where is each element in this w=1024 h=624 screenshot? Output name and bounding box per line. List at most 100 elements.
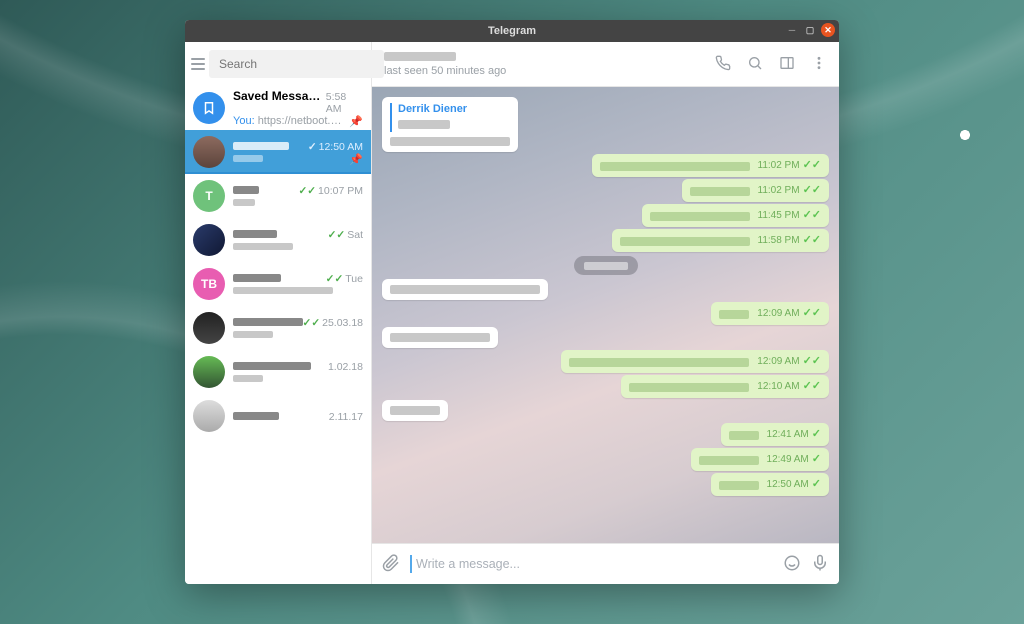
chat-item[interactable]: 1.02.18 — [185, 350, 371, 394]
window-title: Telegram — [488, 25, 536, 37]
composer — [372, 543, 839, 584]
chat-preview — [233, 373, 263, 385]
chat-name — [233, 183, 259, 197]
chat-item[interactable]: ✓✓Sat — [185, 218, 371, 262]
read-icon: ✓✓ — [803, 308, 821, 319]
mic-icon[interactable] — [811, 554, 829, 575]
chat-name — [233, 409, 279, 423]
chat-time: ✓✓25.03.18 — [303, 317, 363, 329]
pin-icon: 📌 — [349, 115, 363, 128]
sidebar: Saved Messages 5:58 AM You: https://netb… — [185, 42, 372, 584]
message-outgoing[interactable]: 11:02 PM✓✓ — [382, 179, 829, 202]
msg-time: 12:50 AM — [767, 479, 809, 490]
chat-item[interactable]: 2.11.17 — [185, 394, 371, 438]
chat-name — [233, 359, 311, 373]
message-outgoing[interactable]: 11:02 PM✓✓ — [382, 154, 829, 177]
message-incoming[interactable] — [382, 279, 829, 300]
window-minimize[interactable]: ─ — [785, 23, 799, 37]
avatar: TB — [193, 268, 225, 300]
app-window: Telegram ─ ▢ ✕ Saved Messages 5:58 — [185, 20, 839, 584]
msg-time: 12:41 AM — [767, 429, 809, 440]
msg-time: 11:58 PM — [758, 235, 800, 246]
menu-button[interactable] — [191, 50, 205, 78]
read-icon: ✓✓ — [803, 160, 821, 171]
message-outgoing[interactable]: 12:49 AM✓ — [382, 448, 829, 471]
sent-icon: ✓ — [812, 429, 821, 440]
message-outgoing[interactable]: 12:41 AM✓ — [382, 423, 829, 446]
chat-time: 1.02.18 — [328, 361, 363, 373]
date-separator — [382, 256, 829, 275]
chat-item[interactable]: TB ✓✓Tue — [185, 262, 371, 306]
chat-item[interactable]: ✓✓25.03.18 — [185, 306, 371, 350]
messages[interactable]: Derrik Diener 11:02 PM✓✓ 11:02 PM✓✓ 11:4… — [372, 87, 839, 543]
avatar — [193, 400, 225, 432]
more-icon[interactable] — [811, 55, 827, 74]
chat-preview — [233, 285, 333, 297]
avatar: T — [193, 180, 225, 212]
message-outgoing[interactable]: 12:50 AM✓ — [382, 473, 829, 496]
chat-time: ✓12:50 AM — [308, 141, 363, 153]
msg-time: 11:02 PM — [758, 160, 800, 171]
window-maximize[interactable]: ▢ — [803, 23, 817, 37]
attach-icon[interactable] — [382, 554, 400, 575]
read-icon: ✓✓ — [803, 210, 821, 221]
chat-preview — [233, 153, 263, 165]
chat-name — [233, 315, 303, 329]
emoji-icon[interactable] — [783, 554, 801, 575]
chat-name — [233, 271, 281, 285]
chat-time: ✓✓Tue — [326, 273, 363, 285]
read-icon: ✓✓ — [803, 381, 821, 392]
message-outgoing[interactable]: 12:10 AM ✓✓ — [382, 375, 829, 398]
msg-time: 12:49 AM — [767, 454, 809, 465]
message-outgoing[interactable]: 11:58 PM✓✓ — [382, 229, 829, 252]
chat-preview: You: https://netboot.xyz... — [233, 115, 345, 127]
msg-time: 12:09 AM — [757, 356, 799, 367]
message-outgoing[interactable]: 12:09 AM ✓✓ — [382, 302, 829, 325]
chat-header: last seen 50 minutes ago — [372, 42, 839, 87]
chat-saved-messages[interactable]: Saved Messages 5:58 AM You: https://netb… — [185, 86, 371, 130]
message-incoming[interactable] — [382, 400, 829, 421]
sent-icon: ✓ — [812, 454, 821, 465]
chat-preview — [233, 241, 293, 253]
read-icon: ✓✓ — [803, 185, 821, 196]
chat-preview — [233, 197, 255, 209]
sidepanel-icon[interactable] — [779, 55, 795, 74]
msg-time: 11:45 PM — [758, 210, 800, 221]
chat-pane: last seen 50 minutes ago Derrik Diener — [372, 42, 839, 584]
titlebar: Telegram ─ ▢ ✕ — [185, 20, 839, 42]
chat-time: 5:58 AM — [326, 91, 363, 115]
chat-name: Saved Messages — [233, 89, 326, 103]
call-icon[interactable] — [715, 55, 731, 74]
bookmark-icon — [193, 92, 225, 124]
msg-time: 12:09 AM — [757, 308, 799, 319]
chat-time: 2.11.17 — [329, 411, 363, 423]
chat-preview — [233, 329, 273, 341]
search-input[interactable] — [209, 50, 384, 78]
chat-list: Saved Messages 5:58 AM You: https://netb… — [185, 86, 371, 584]
pin-icon: 📌 — [349, 153, 363, 166]
chat-status: last seen 50 minutes ago — [384, 65, 703, 77]
chat-name — [233, 139, 289, 153]
message-input[interactable] — [410, 555, 773, 573]
chat-name — [233, 227, 277, 241]
chat-header-name — [384, 52, 456, 61]
chat-time: ✓✓10:07 PM — [298, 185, 363, 197]
avatar — [193, 224, 225, 256]
avatar — [193, 312, 225, 344]
avatar — [193, 356, 225, 388]
read-icon: ✓✓ — [803, 356, 821, 367]
msg-time: 12:10 AM — [757, 381, 799, 392]
avatar — [193, 136, 225, 168]
forward-name: Derrik Diener — [398, 103, 510, 115]
message-outgoing[interactable]: 11:45 PM✓✓ — [382, 204, 829, 227]
chat-time: ✓✓Sat — [328, 229, 363, 241]
message-incoming[interactable]: Derrik Diener — [382, 97, 829, 152]
chat-item[interactable]: T ✓✓10:07 PM — [185, 174, 371, 218]
message-incoming[interactable] — [382, 327, 829, 348]
chat-selected[interactable]: ✓12:50 AM 📌 — [185, 130, 371, 174]
message-outgoing[interactable]: 12:09 AM ✓✓ — [382, 350, 829, 373]
search-icon[interactable] — [747, 55, 763, 74]
sent-icon: ✓ — [812, 479, 821, 490]
window-close[interactable]: ✕ — [821, 23, 835, 37]
read-icon: ✓✓ — [803, 235, 821, 246]
